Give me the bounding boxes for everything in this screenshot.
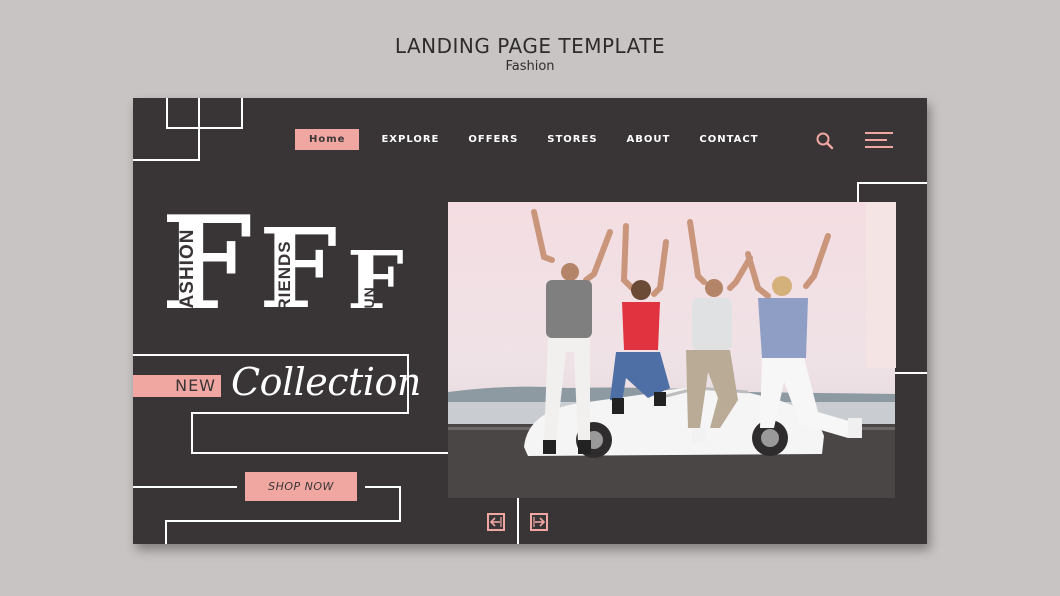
arrow-right-icon: [533, 517, 546, 527]
hero-photo: [448, 202, 895, 498]
decor-line: [165, 520, 167, 544]
new-badge: NEW: [133, 375, 221, 397]
decor-line: [165, 520, 401, 522]
nav-about[interactable]: About: [627, 134, 671, 145]
arrow-left-icon: [489, 517, 502, 527]
hero-wordmark: F FASHION F FRIENDS F FUN: [161, 200, 421, 338]
hero-letter-f: F: [259, 204, 338, 333]
search-icon[interactable]: [815, 131, 835, 151]
decor-line: [198, 98, 200, 161]
decor-line: [133, 354, 409, 356]
hero-word-fun: FUN: [361, 286, 377, 318]
next-slide-button[interactable]: [530, 513, 548, 531]
nav-contact[interactable]: Contact: [699, 134, 758, 145]
page-title: LANDING PAGE TEMPLATE: [394, 34, 666, 58]
nav-home[interactable]: Home: [295, 129, 360, 150]
nav-offers[interactable]: Offers: [468, 134, 518, 145]
decor-line: [133, 486, 237, 488]
decor-line: [191, 412, 409, 414]
decor-line: [191, 412, 193, 454]
landing-page-mockup: Home Explore Offers Stores About Contact…: [133, 98, 927, 544]
side-image-panel: [866, 202, 896, 368]
main-nav: Home Explore Offers Stores About Contact: [295, 127, 788, 152]
shop-now-button[interactable]: SHOP NOW: [245, 472, 357, 501]
nav-stores[interactable]: Stores: [547, 134, 597, 145]
decor-line: [133, 159, 200, 161]
collection-heading: Collection: [231, 360, 421, 404]
corner-frame-decoration: [166, 98, 243, 129]
decor-line: [857, 182, 927, 184]
hero-letter-f: F: [161, 189, 252, 339]
hero-word-fashion: FASHION: [177, 228, 198, 320]
prev-slide-button[interactable]: [487, 513, 505, 531]
nav-explore[interactable]: Explore: [381, 134, 439, 145]
decor-line: [399, 486, 401, 522]
decor-line: [365, 486, 401, 488]
hero-word-friends: FRIENDS: [275, 240, 294, 322]
page-subtitle: Fashion: [505, 59, 555, 74]
hamburger-menu-icon[interactable]: [865, 131, 893, 149]
